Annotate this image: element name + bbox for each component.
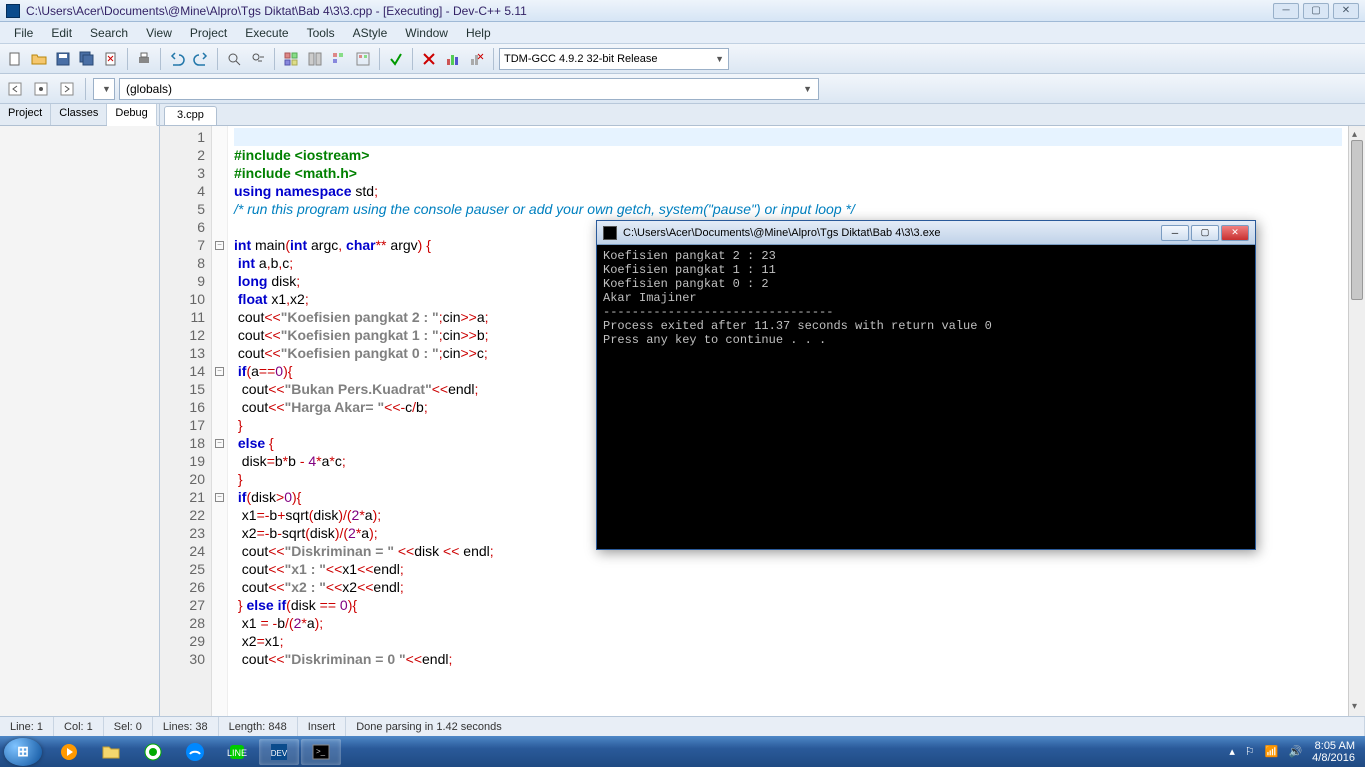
- minimize-button[interactable]: ─: [1273, 3, 1299, 19]
- left-tab-classes[interactable]: Classes: [51, 104, 107, 125]
- rebuild-icon[interactable]: [352, 48, 374, 70]
- menu-window[interactable]: Window: [397, 24, 456, 42]
- taskbar-app2-icon[interactable]: [175, 739, 215, 765]
- system-tray[interactable]: ▴ ⚐ 📶 🔊 8:05 AM4/8/2016: [1229, 740, 1361, 764]
- console-close-button[interactable]: ✕: [1221, 225, 1249, 241]
- left-tab-debug[interactable]: Debug: [107, 104, 156, 126]
- close-button[interactable]: ✕: [1333, 3, 1359, 19]
- svg-text:LINE: LINE: [227, 748, 247, 758]
- tray-network-icon[interactable]: 📶: [1265, 745, 1279, 758]
- taskbar-explorer-icon[interactable]: [91, 739, 131, 765]
- taskbar-clock[interactable]: 8:05 AM4/8/2016: [1312, 740, 1355, 764]
- console-minimize-button[interactable]: ─: [1161, 225, 1189, 241]
- bookmark-icon[interactable]: [30, 78, 52, 100]
- left-panel: ProjectClassesDebug: [0, 104, 160, 716]
- status-lines: Lines: 38: [153, 717, 219, 736]
- save-all-icon[interactable]: [76, 48, 98, 70]
- status-bar: Line: 1 Col: 1 Sel: 0 Lines: 38 Length: …: [0, 716, 1365, 736]
- file-tab[interactable]: 3.cpp: [164, 106, 217, 125]
- status-line: Line: 1: [0, 717, 54, 736]
- menu-file[interactable]: File: [6, 24, 41, 42]
- save-icon[interactable]: [52, 48, 74, 70]
- replace-icon[interactable]: [247, 48, 269, 70]
- console-titlebar[interactable]: C:\Users\Acer\Documents\@Mine\Alpro\Tgs …: [597, 221, 1255, 245]
- console-maximize-button[interactable]: ▢: [1191, 225, 1219, 241]
- run-icon[interactable]: [304, 48, 326, 70]
- left-tab-project[interactable]: Project: [0, 104, 51, 125]
- console-title: C:\Users\Acer\Documents\@Mine\Alpro\Tgs …: [623, 227, 1161, 239]
- menu-search[interactable]: Search: [82, 24, 136, 42]
- titlebar: C:\Users\Acer\Documents\@Mine\Alpro\Tgs …: [0, 0, 1365, 22]
- globals-combo[interactable]: (globals)▼: [119, 78, 819, 100]
- nav-combo[interactable]: ▼: [93, 78, 115, 100]
- redo-icon[interactable]: [190, 48, 212, 70]
- menu-help[interactable]: Help: [458, 24, 499, 42]
- stop-icon[interactable]: [418, 48, 440, 70]
- profile-icon[interactable]: [442, 48, 464, 70]
- console-output: Koefisien pangkat 2 : 23 Koefisien pangk…: [597, 245, 1255, 351]
- editor-scrollbar[interactable]: [1348, 126, 1365, 716]
- menu-edit[interactable]: Edit: [43, 24, 80, 42]
- menu-execute[interactable]: Execute: [237, 24, 296, 42]
- status-col: Col: 1: [54, 717, 104, 736]
- menu-view[interactable]: View: [138, 24, 180, 42]
- compile-icon[interactable]: [280, 48, 302, 70]
- find-icon[interactable]: [223, 48, 245, 70]
- svg-text:DEV: DEV: [271, 749, 288, 758]
- print-icon[interactable]: [133, 48, 155, 70]
- svg-text:>_: >_: [316, 747, 326, 756]
- console-window[interactable]: C:\Users\Acer\Documents\@Mine\Alpro\Tgs …: [596, 220, 1256, 550]
- delete-profile-icon[interactable]: [466, 48, 488, 70]
- main-toolbar: TDM-GCC 4.9.2 32-bit Release▼: [0, 44, 1365, 74]
- console-icon: [603, 226, 617, 240]
- debug-icon[interactable]: [385, 48, 407, 70]
- taskbar[interactable]: ⊞ LINE DEV >_ ▴ ⚐ 📶 🔊 8:05 AM4/8/2016: [0, 736, 1365, 767]
- menubar: FileEditSearchViewProjectExecuteToolsASt…: [0, 22, 1365, 44]
- close-file-icon[interactable]: [100, 48, 122, 70]
- status-insert: Insert: [298, 717, 347, 736]
- start-button[interactable]: ⊞: [4, 738, 42, 766]
- status-sel: Sel: 0: [104, 717, 153, 736]
- taskbar-app1-icon[interactable]: [133, 739, 173, 765]
- menu-astyle[interactable]: AStyle: [345, 24, 396, 42]
- menu-project[interactable]: Project: [182, 24, 235, 42]
- new-file-icon[interactable]: [4, 48, 26, 70]
- taskbar-app3-icon[interactable]: LINE: [217, 739, 257, 765]
- compile-run-icon[interactable]: [328, 48, 350, 70]
- taskbar-devcpp-icon[interactable]: DEV: [259, 739, 299, 765]
- taskbar-console-icon[interactable]: >_: [301, 739, 341, 765]
- open-file-icon[interactable]: [28, 48, 50, 70]
- status-parse: Done parsing in 1.42 seconds: [346, 717, 1365, 736]
- secondary-toolbar: ▼ (globals)▼: [0, 74, 1365, 104]
- taskbar-media-icon[interactable]: [49, 739, 89, 765]
- tray-volume-icon[interactable]: 🔊: [1288, 745, 1302, 758]
- tray-flag-icon[interactable]: ⚐: [1245, 745, 1255, 758]
- maximize-button[interactable]: ▢: [1303, 3, 1329, 19]
- menu-tools[interactable]: Tools: [299, 24, 343, 42]
- status-length: Length: 848: [219, 717, 298, 736]
- tray-chevron-icon[interactable]: ▴: [1229, 745, 1235, 758]
- undo-icon[interactable]: [166, 48, 188, 70]
- goto-back-icon[interactable]: [4, 78, 26, 100]
- app-icon: [6, 4, 20, 18]
- goto-icon[interactable]: [56, 78, 78, 100]
- window-title: C:\Users\Acer\Documents\@Mine\Alpro\Tgs …: [26, 4, 1273, 18]
- compiler-combo[interactable]: TDM-GCC 4.9.2 32-bit Release▼: [499, 48, 729, 70]
